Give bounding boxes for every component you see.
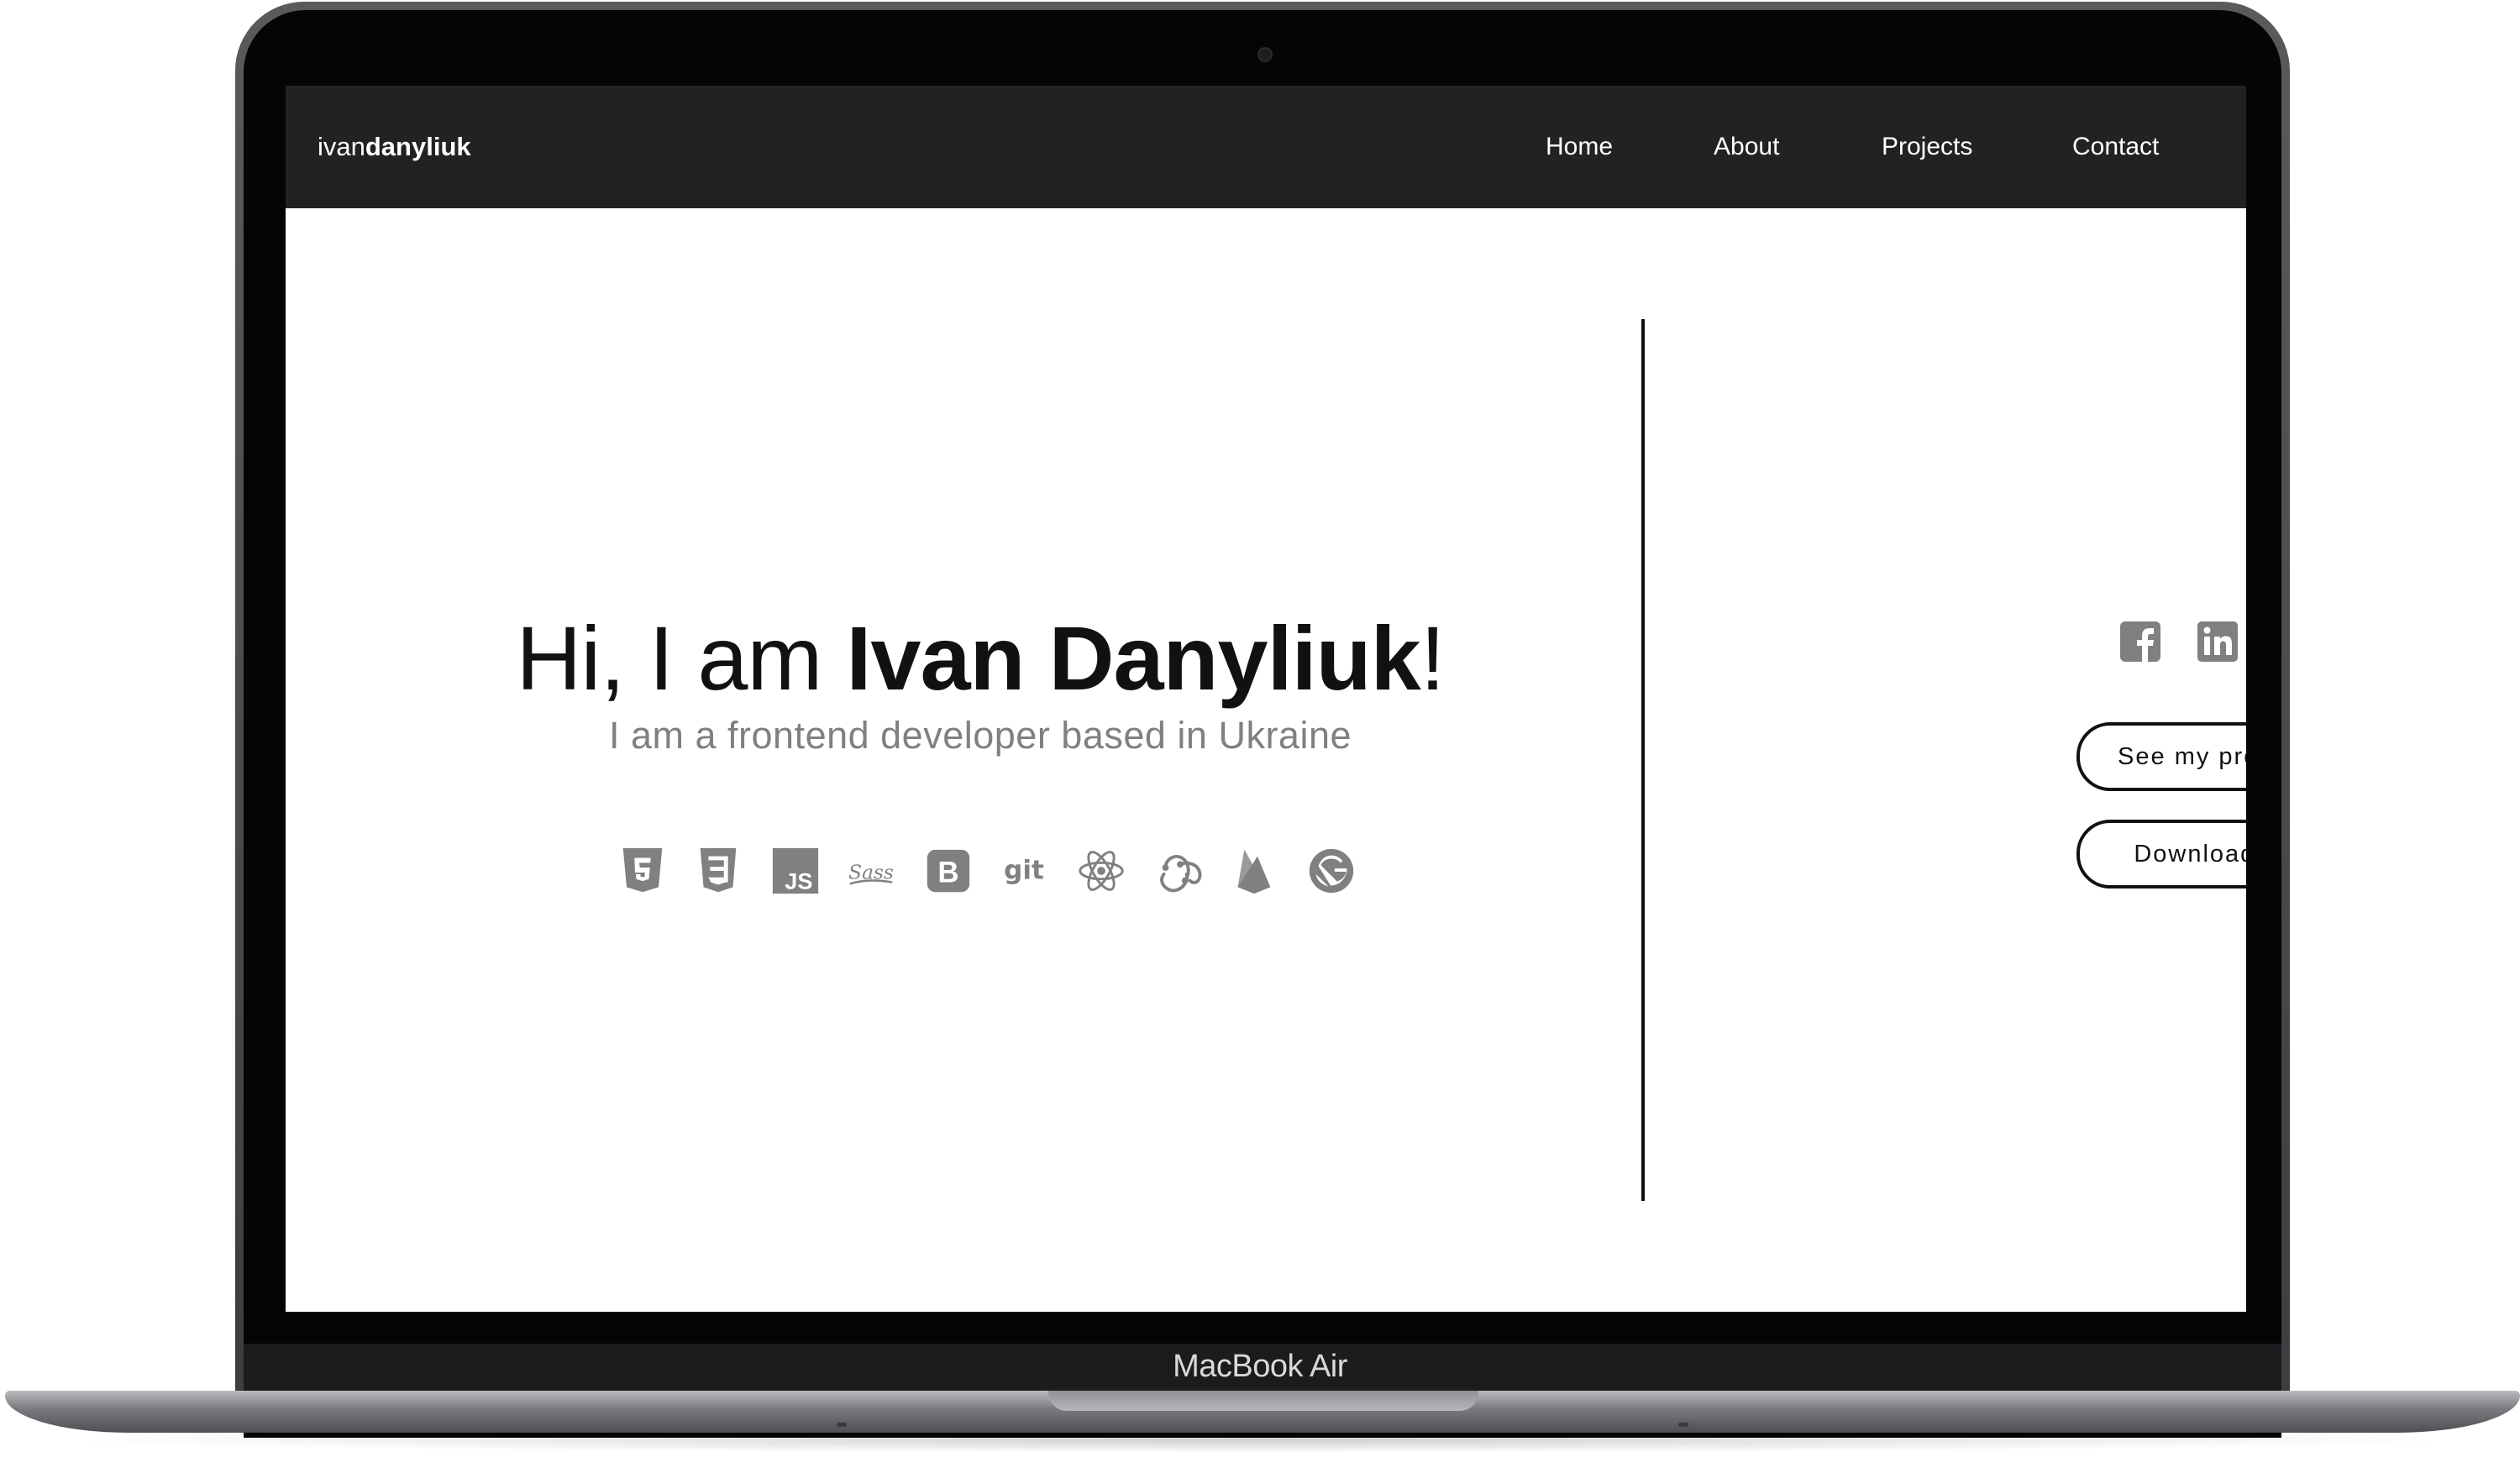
brand-logo[interactable]: ivandanyliuk <box>318 86 471 208</box>
firebase-icon <box>1225 841 1284 900</box>
react-icon <box>1072 841 1131 900</box>
see-projects-button[interactable]: See my projects <box>2076 722 2246 791</box>
brand-light: ivan <box>318 132 365 161</box>
headline-greeting: Hi, I am <box>516 607 847 709</box>
linkedin-icon[interactable] <box>2194 618 2241 665</box>
redux-icon <box>1149 841 1208 900</box>
git-text: git <box>1004 856 1044 886</box>
gatsby-icon <box>1302 841 1361 900</box>
hero-headline: Hi, I am Ivan Danyliuk! <box>286 606 1675 710</box>
sass-icon: Sass <box>842 841 900 900</box>
css3-icon <box>689 841 748 900</box>
website-screen: ivandanyliuk Home About Projects Contact… <box>286 86 2246 1312</box>
hinge-notch <box>1048 1391 1478 1411</box>
right-panel: See my projects Download CV <box>1645 86 2246 1312</box>
html5-icon <box>613 841 672 900</box>
git-icon: git <box>995 841 1053 900</box>
device-label: MacBook Air <box>1173 1349 1347 1384</box>
javascript-icon: JS <box>766 841 825 900</box>
bootstrap-icon: B <box>919 841 978 900</box>
facebook-icon[interactable] <box>2117 618 2164 665</box>
bootstrap-text: B <box>937 857 958 889</box>
tech-stack-icons: JS Sass B git <box>613 841 1354 909</box>
camera <box>1257 47 1273 62</box>
headline-name: Ivan Danyliuk <box>846 607 1420 709</box>
js-text: JS <box>785 868 812 894</box>
hero-subtitle: I am a frontend developer based in Ukrai… <box>608 714 1352 757</box>
brand-bold: danyliuk <box>365 132 471 161</box>
laptop-foot-left <box>837 1423 847 1427</box>
headline-exclaim: ! <box>1420 607 1446 709</box>
laptop-foot-right <box>1678 1423 1688 1427</box>
hero-section: Hi, I am Ivan Danyliuk! I am a frontend … <box>286 606 1675 757</box>
nav-link-home[interactable]: Home <box>1546 86 1613 208</box>
download-cv-button[interactable]: Download CV <box>2076 820 2246 889</box>
